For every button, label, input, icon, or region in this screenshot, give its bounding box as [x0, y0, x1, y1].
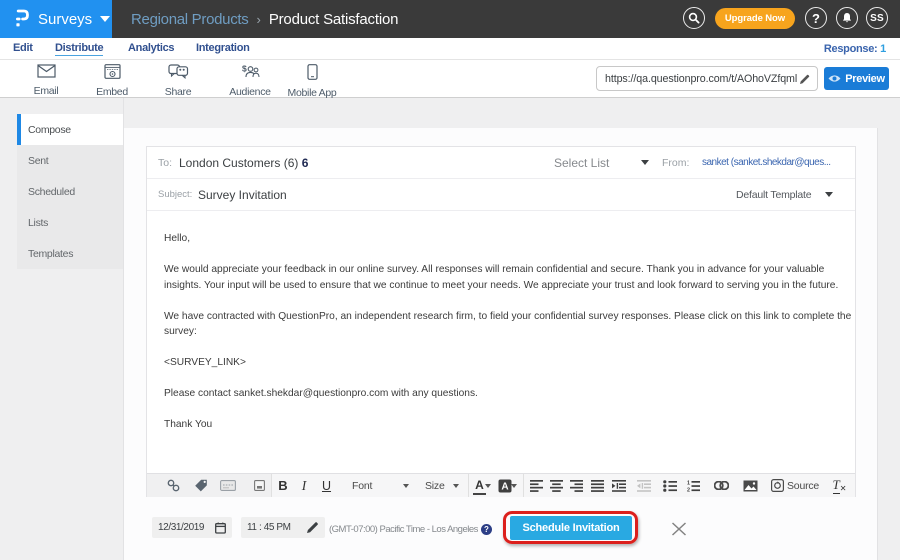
svg-text:$: $ [242, 64, 247, 74]
svg-text:2: 2 [687, 487, 690, 491]
svg-text:A: A [501, 481, 508, 492]
svg-text:1: 1 [687, 480, 690, 486]
